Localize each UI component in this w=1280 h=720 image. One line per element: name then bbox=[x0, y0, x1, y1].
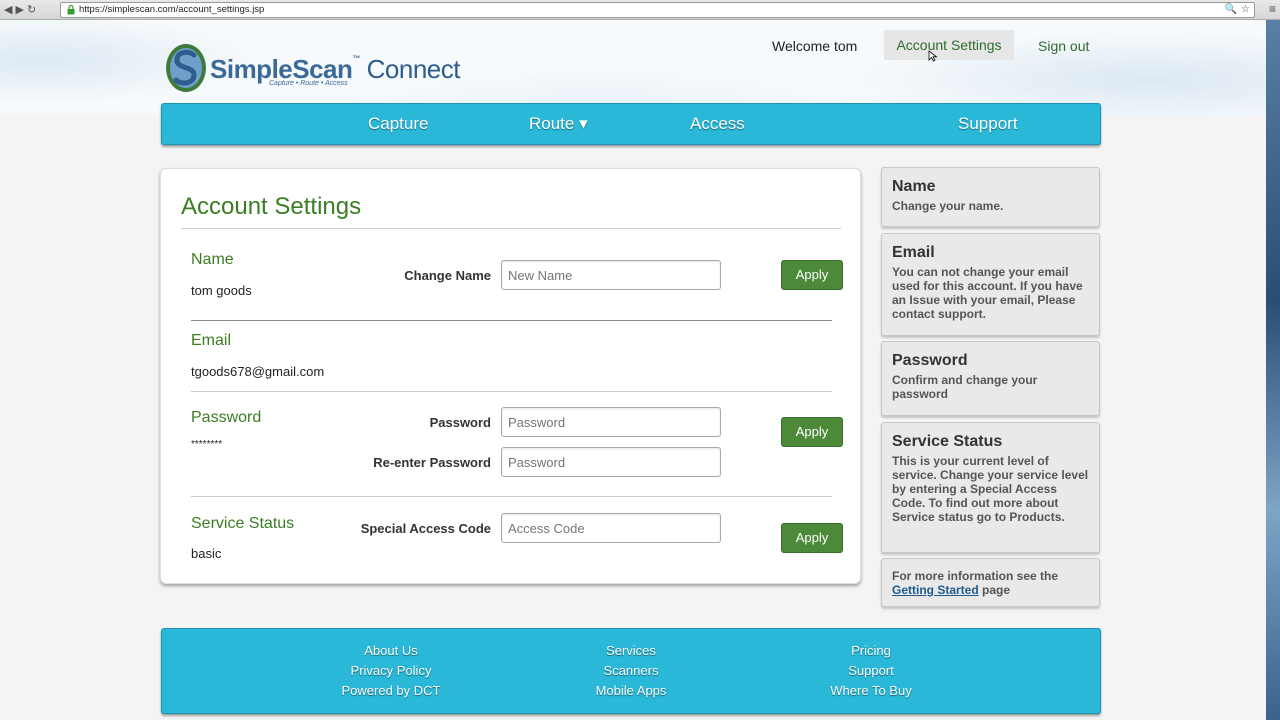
title-divider bbox=[181, 228, 841, 229]
help-box-more-info: For more information see the Getting Sta… bbox=[881, 558, 1100, 607]
help-box-name: Name Change your name. bbox=[881, 167, 1100, 227]
email-value: tgoods678@gmail.com bbox=[191, 364, 325, 379]
name-divider bbox=[191, 320, 832, 321]
sign-out-link[interactable]: Sign out bbox=[1038, 38, 1089, 54]
address-bar-icons: 🔍 ☆ bbox=[1225, 4, 1250, 15]
simplescan-logo-icon bbox=[166, 44, 206, 92]
help-box-email: Email You can not change your email used… bbox=[881, 233, 1100, 336]
nav-support[interactable]: Support bbox=[958, 114, 1018, 134]
star-icon[interactable]: ☆ bbox=[1241, 4, 1250, 15]
password-section-label: Password bbox=[191, 409, 262, 426]
password-input[interactable] bbox=[501, 407, 721, 437]
search-icon[interactable]: 🔍 bbox=[1225, 4, 1237, 15]
help-name-title: Name bbox=[892, 178, 936, 195]
more-info-suffix: page bbox=[982, 583, 1011, 597]
help-service-text: This is your current level of service. C… bbox=[892, 454, 1089, 524]
footer-privacy-policy-link[interactable]: Privacy Policy bbox=[291, 661, 491, 681]
mouse-pointer-icon bbox=[928, 50, 938, 62]
desktop-background bbox=[1266, 20, 1280, 720]
url-text: https://simplescan.com/account_settings.… bbox=[79, 4, 265, 15]
main-nav: Capture Route ▾ Access Support bbox=[161, 103, 1101, 145]
browser-menu-icon[interactable]: ≡ bbox=[1269, 2, 1276, 16]
footer-column-3: Pricing Support Where To Buy bbox=[771, 641, 971, 701]
reenter-password-input[interactable] bbox=[501, 447, 721, 477]
service-status-section-label: Service Status bbox=[191, 515, 295, 532]
help-password-title: Password bbox=[892, 352, 968, 369]
more-info-prefix: For more information see the bbox=[892, 569, 1059, 583]
apply-access-code-button[interactable]: Apply bbox=[781, 523, 843, 553]
nav-access[interactable]: Access bbox=[690, 114, 745, 134]
footer-mobile-apps-link[interactable]: Mobile Apps bbox=[531, 681, 731, 701]
password-divider bbox=[191, 496, 832, 497]
help-box-service-status: Service Status This is your current leve… bbox=[881, 422, 1100, 553]
browser-nav-buttons[interactable]: ◀ ▶ ↻ bbox=[4, 3, 36, 16]
access-code-input[interactable] bbox=[501, 513, 721, 543]
footer-services-link[interactable]: Services bbox=[531, 641, 731, 661]
footer-column-1: About Us Privacy Policy Powered by DCT bbox=[291, 641, 491, 701]
browser-toolbar: ◀ ▶ ↻ https://simplescan.com/account_set… bbox=[0, 0, 1280, 20]
help-name-text: Change your name. bbox=[892, 199, 1004, 213]
lock-icon bbox=[67, 5, 75, 15]
password-masked-value: ******** bbox=[191, 439, 223, 450]
footer-powered-by-link[interactable]: Powered by DCT bbox=[291, 681, 491, 701]
help-email-text: You can not change your email used for t… bbox=[892, 265, 1083, 321]
account-settings-link[interactable]: Account Settings bbox=[884, 30, 1014, 60]
footer-pricing-link[interactable]: Pricing bbox=[771, 641, 971, 661]
password-field-label: Password bbox=[429, 415, 491, 430]
footer: About Us Privacy Policy Powered by DCT S… bbox=[161, 628, 1101, 714]
nav-capture[interactable]: Capture bbox=[368, 114, 428, 134]
help-email-title: Email bbox=[892, 244, 935, 261]
getting-started-link[interactable]: Getting Started bbox=[892, 583, 979, 597]
footer-column-2: Services Scanners Mobile Apps bbox=[531, 641, 731, 701]
account-settings-panel: Account Settings Name tom goods Change N… bbox=[160, 168, 861, 584]
special-access-code-label: Special Access Code bbox=[360, 521, 491, 536]
help-box-password: Password Confirm and change your passwor… bbox=[881, 341, 1100, 416]
help-password-text: Confirm and change your password bbox=[892, 373, 1038, 401]
help-more-info-text: For more information see the Getting Sta… bbox=[892, 569, 1089, 597]
name-section-label: Name bbox=[191, 251, 234, 268]
trademark-symbol: ™ bbox=[352, 54, 360, 63]
apply-password-button[interactable]: Apply bbox=[781, 417, 843, 447]
new-name-input[interactable] bbox=[501, 260, 721, 290]
change-name-label: Change Name bbox=[404, 268, 491, 283]
email-divider bbox=[191, 391, 832, 392]
address-bar[interactable]: https://simplescan.com/account_settings.… bbox=[60, 2, 1255, 18]
logo[interactable]: SimpleScan™ Connect Capture • Route • Ac… bbox=[164, 42, 464, 96]
footer-scanners-link[interactable]: Scanners bbox=[531, 661, 731, 681]
service-status-value: basic bbox=[191, 546, 222, 561]
welcome-text: Welcome tom bbox=[772, 38, 858, 54]
apply-name-button[interactable]: Apply bbox=[781, 260, 843, 290]
footer-where-to-buy-link[interactable]: Where To Buy bbox=[771, 681, 971, 701]
email-section-label: Email bbox=[191, 332, 232, 349]
nav-route-dropdown[interactable]: Route ▾ bbox=[529, 114, 588, 134]
logo-tagline: Capture • Route • Access bbox=[269, 80, 348, 87]
reenter-password-label: Re-enter Password bbox=[373, 455, 491, 470]
footer-about-us-link[interactable]: About Us bbox=[291, 641, 491, 661]
help-service-title: Service Status bbox=[892, 433, 1003, 450]
footer-support-link[interactable]: Support bbox=[771, 661, 971, 681]
current-name-value: tom goods bbox=[191, 283, 252, 298]
logo-product: Connect bbox=[366, 54, 461, 84]
page-title: Account Settings bbox=[181, 193, 362, 220]
